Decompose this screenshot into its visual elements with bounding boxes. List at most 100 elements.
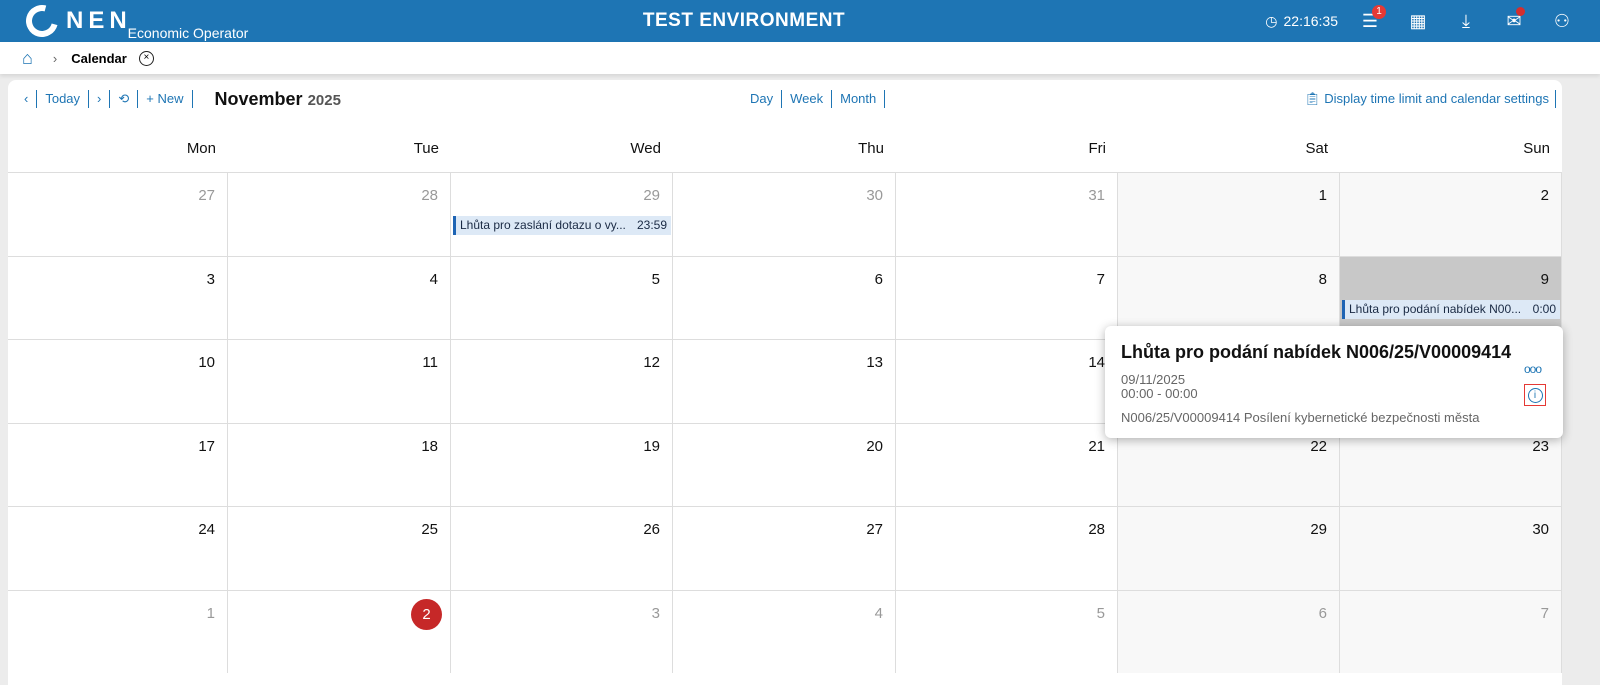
user-button[interactable]: ⚇ bbox=[1538, 0, 1586, 42]
day-cell[interactable]: 11 bbox=[228, 339, 451, 423]
day-cell[interactable]: 19 bbox=[451, 423, 673, 506]
calendar-event[interactable]: Lhůta pro zaslání dotazu o vy... 23:59 bbox=[453, 216, 671, 235]
day-cell[interactable]: 10 bbox=[8, 339, 228, 423]
day-number: 22 bbox=[1310, 438, 1327, 455]
day-number: 23 bbox=[1532, 438, 1549, 455]
download-button[interactable]: ⤓ bbox=[1442, 0, 1490, 42]
day-cell[interactable]: 14 bbox=[896, 339, 1118, 423]
day-cell[interactable]: 26 bbox=[451, 506, 673, 590]
day-number: 8 bbox=[1318, 271, 1327, 288]
today-button[interactable]: Today bbox=[37, 90, 90, 108]
day-cell[interactable]: 30 bbox=[1340, 506, 1562, 590]
day-number: 27 bbox=[866, 521, 883, 538]
day-number: 17 bbox=[198, 438, 215, 455]
weekday-header: Wed bbox=[630, 140, 661, 157]
day-cell[interactable]: 31 bbox=[896, 172, 1118, 256]
day-number: 6 bbox=[1318, 605, 1327, 622]
more-options-icon[interactable]: ooo bbox=[1524, 362, 1542, 376]
day-cell[interactable]: 1 bbox=[1118, 172, 1340, 256]
settings-label: Display time limit and calendar settings bbox=[1324, 91, 1549, 106]
weekday-header: Fri bbox=[1088, 140, 1107, 157]
day-cell[interactable]: 20 bbox=[673, 423, 896, 506]
month-name: November bbox=[214, 88, 303, 109]
prev-button[interactable]: ‹ bbox=[16, 90, 38, 108]
day-number: 25 bbox=[421, 521, 438, 538]
event-title: Lhůta pro zaslání dotazu o vy... bbox=[460, 218, 626, 232]
day-cell[interactable]: 24 bbox=[8, 506, 228, 590]
day-cell[interactable]: 6 bbox=[1118, 590, 1340, 673]
view-month[interactable]: Month bbox=[832, 90, 886, 108]
day-cell[interactable]: 7 bbox=[896, 256, 1118, 339]
top-bar: NEN Economic Operator TEST ENVIRONMENT ◷… bbox=[0, 0, 1600, 43]
new-button[interactable]: + New bbox=[138, 90, 193, 108]
day-cell[interactable]: 2 bbox=[228, 590, 451, 673]
day-cell[interactable]: 1 bbox=[8, 590, 228, 673]
today-marker: 2 bbox=[411, 599, 442, 630]
calendar-event[interactable]: Lhůta pro podání nabídek N00... 0:00 bbox=[1342, 300, 1560, 319]
day-number: 21 bbox=[1088, 438, 1105, 455]
clock-icon: ◷ bbox=[1265, 12, 1278, 29]
day-cell[interactable]: 13 bbox=[673, 339, 896, 423]
day-number: 11 bbox=[422, 354, 438, 371]
calendar-button[interactable]: ▦ bbox=[1394, 0, 1442, 42]
day-number: 30 bbox=[866, 187, 883, 204]
day-cell[interactable]: 2 bbox=[1340, 172, 1562, 256]
year: 2025 bbox=[307, 91, 341, 109]
tasks-button[interactable]: ☰ 1 bbox=[1346, 0, 1394, 42]
home-icon[interactable]: ⌂ bbox=[22, 48, 33, 69]
day-cell[interactable]: 28 bbox=[228, 172, 451, 256]
day-cell[interactable]: 30 bbox=[673, 172, 896, 256]
day-cell[interactable]: 7 bbox=[1340, 590, 1562, 673]
day-number: 13 bbox=[866, 354, 883, 371]
day-cell[interactable]: 5 bbox=[896, 590, 1118, 673]
day-cell[interactable]: 28 bbox=[896, 506, 1118, 590]
popup-description: N006/25/V00009414 Posílení kybernetické … bbox=[1121, 410, 1480, 425]
day-number: 2 bbox=[1540, 187, 1549, 204]
weekday-header: Mon bbox=[186, 140, 216, 157]
day-cell[interactable]: 5 bbox=[451, 256, 673, 339]
day-number: 10 bbox=[198, 354, 215, 371]
day-cell[interactable]: 4 bbox=[673, 590, 896, 673]
day-number: 12 bbox=[643, 354, 660, 371]
event-popup: Lhůta pro podání nabídek N006/25/V000094… bbox=[1105, 326, 1563, 438]
download-icon: ⤓ bbox=[1462, 10, 1470, 31]
day-number: 28 bbox=[1088, 521, 1105, 538]
breadcrumb-current: Calendar bbox=[71, 50, 127, 66]
calendar-settings-button[interactable]: 📋︎ Display time limit and calendar setti… bbox=[1304, 90, 1556, 108]
breadcrumb: ⌂ › Calendar × bbox=[0, 42, 1600, 74]
day-number: 7 bbox=[1540, 605, 1549, 622]
clipboard-icon: 📋︎ bbox=[1304, 91, 1325, 106]
day-cell[interactable]: 25 bbox=[228, 506, 451, 590]
day-cell[interactable]: 21 bbox=[896, 423, 1118, 506]
event-time: 0:00 bbox=[1532, 302, 1556, 316]
day-cell[interactable]: 29 bbox=[451, 172, 673, 256]
unread-dot bbox=[1516, 7, 1525, 16]
chevron-right-icon: › bbox=[52, 50, 58, 66]
day-cell[interactable]: 17 bbox=[8, 423, 228, 506]
view-day[interactable]: Day bbox=[742, 90, 783, 108]
next-button[interactable]: › bbox=[89, 90, 111, 108]
day-cell[interactable]: 29 bbox=[1118, 506, 1340, 590]
day-cell[interactable]: 3 bbox=[8, 256, 228, 339]
day-number: 5 bbox=[651, 271, 660, 288]
day-cell[interactable]: 27 bbox=[673, 506, 896, 590]
tasks-badge: 1 bbox=[1372, 5, 1386, 19]
day-number: 30 bbox=[1532, 521, 1549, 538]
day-cell[interactable]: 27 bbox=[8, 172, 228, 256]
day-cell[interactable]: 12 bbox=[451, 339, 673, 423]
day-cell[interactable]: 4 bbox=[228, 256, 451, 339]
close-tab-icon[interactable]: × bbox=[138, 50, 154, 66]
info-button[interactable]: i bbox=[1524, 384, 1546, 406]
weekday-header: Sat bbox=[1305, 140, 1328, 157]
weekday-header: Tue bbox=[413, 140, 439, 157]
day-cell[interactable]: 18 bbox=[228, 423, 451, 506]
month-title: November 2025 bbox=[215, 89, 341, 110]
refresh-button[interactable]: ⟲ bbox=[110, 90, 139, 108]
day-cell[interactable]: 6 bbox=[673, 256, 896, 339]
day-cell[interactable]: 3 bbox=[451, 590, 673, 673]
weekday-header: Sun bbox=[1523, 140, 1550, 157]
messages-button[interactable]: ✉ bbox=[1490, 0, 1538, 42]
view-week[interactable]: Week bbox=[782, 90, 833, 108]
day-number: 5 bbox=[1096, 605, 1105, 622]
day-number: 6 bbox=[874, 271, 883, 288]
